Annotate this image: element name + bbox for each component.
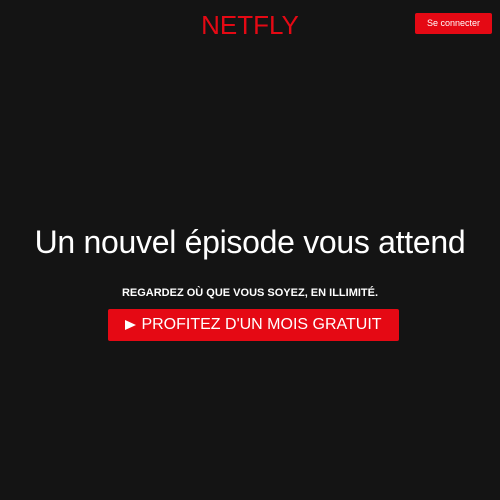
hero-title: Un nouvel épisode vous attend bbox=[34, 224, 466, 260]
free-trial-label: PROFITEZ D'UN MOIS GRATUIT bbox=[141, 316, 382, 333]
free-trial-button[interactable]: PROFITEZ D'UN MOIS GRATUIT bbox=[108, 309, 399, 341]
landing-page: NETFLY Se connecter Un nouvel épisode vo… bbox=[0, 0, 500, 500]
sign-in-button[interactable]: Se connecter bbox=[415, 13, 492, 34]
play-icon bbox=[125, 320, 137, 330]
hero-subtitle: REGARDEZ OÙ QUE VOUS SOYEZ, EN ILLIMITÉ. bbox=[121, 287, 379, 299]
